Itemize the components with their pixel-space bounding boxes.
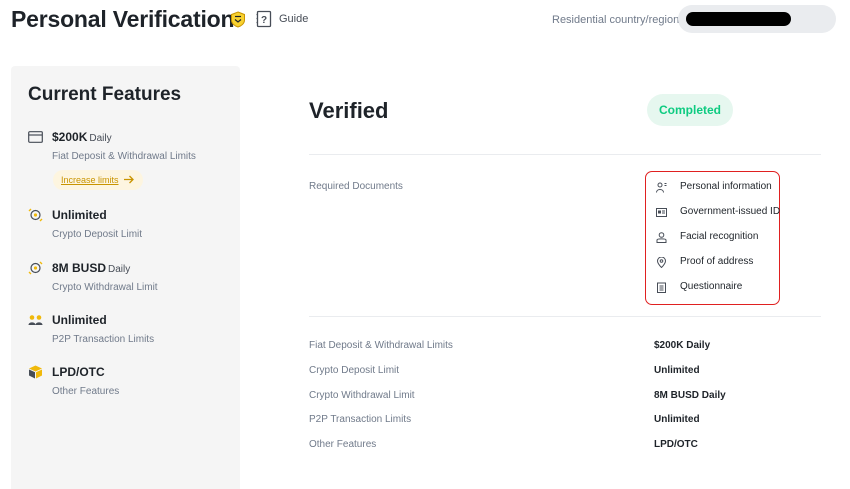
feature-value: LPD/OTC [52, 365, 105, 379]
required-documents-list: Personal information Government-issued I… [645, 171, 780, 305]
document-label: Personal information [680, 181, 772, 192]
guide-icon[interactable]: ? [256, 10, 272, 28]
location-pin-icon [656, 257, 667, 268]
limit-label: Crypto Deposit Limit [309, 365, 400, 376]
increase-limits-label: Increase limits [61, 175, 119, 185]
feature-caption: Other Features [52, 386, 120, 397]
feature-caption: Crypto Deposit Limit [52, 229, 143, 240]
sidebar-title: Current Features [28, 84, 182, 105]
face-icon [656, 232, 667, 243]
limit-label: Crypto Withdrawal Limit [309, 390, 415, 401]
limit-label: Fiat Deposit & Withdrawal Limits [309, 340, 453, 351]
feature-caption: P2P Transaction Limits [52, 334, 155, 345]
current-features-panel: Current Features $200K Daily Fiat Deposit… [11, 66, 240, 489]
feature-value: Unlimited [52, 208, 107, 222]
header: Personal Verification ? Guide Residentia… [0, 0, 850, 44]
document-label: Facial recognition [680, 231, 759, 242]
clipboard-icon [657, 282, 666, 293]
page-title: Personal Verification [11, 6, 235, 32]
status-badge: Completed [647, 94, 733, 126]
svg-text:?: ? [261, 15, 267, 26]
required-documents-label: Required Documents [309, 181, 403, 192]
guide-link[interactable]: Guide [279, 13, 308, 25]
feature-value: Unlimited [52, 313, 107, 327]
limit-value: Unlimited [654, 365, 700, 376]
feature-value: $200K Daily [52, 130, 112, 144]
cube-icon [29, 365, 42, 379]
shield-badge-icon [231, 11, 245, 28]
limit-value: Unlimited [654, 414, 700, 425]
document-label: Questionnaire [680, 281, 743, 292]
person-info-icon [656, 182, 667, 193]
card-icon [28, 131, 43, 143]
crypto-deposit-icon [28, 208, 43, 222]
increase-limits-button[interactable]: Increase limits [53, 170, 143, 190]
country-select[interactable] [678, 5, 836, 33]
p2p-icon [28, 315, 43, 325]
feature-caption: Fiat Deposit & Withdrawal Limits [52, 151, 196, 162]
limit-label: Other Features [309, 439, 377, 450]
arrow-right-icon [124, 175, 134, 184]
country-label: Residential country/region: [552, 14, 683, 26]
limit-value: LPD/OTC [654, 439, 698, 450]
divider [309, 316, 821, 317]
limit-value: $200K Daily [654, 340, 711, 351]
redacted-country-value [686, 12, 791, 26]
document-label: Government-issued ID [680, 206, 781, 217]
id-card-icon [656, 208, 667, 217]
feature-caption: Crypto Withdrawal Limit [52, 282, 158, 293]
crypto-withdrawal-icon [28, 261, 43, 275]
limit-label: P2P Transaction Limits [309, 414, 412, 425]
document-label: Proof of address [680, 256, 754, 267]
limit-value: 8M BUSD Daily [654, 390, 726, 401]
verification-level-title: Verified [309, 98, 389, 123]
feature-value: 8M BUSD Daily [52, 261, 131, 275]
divider [309, 154, 821, 155]
